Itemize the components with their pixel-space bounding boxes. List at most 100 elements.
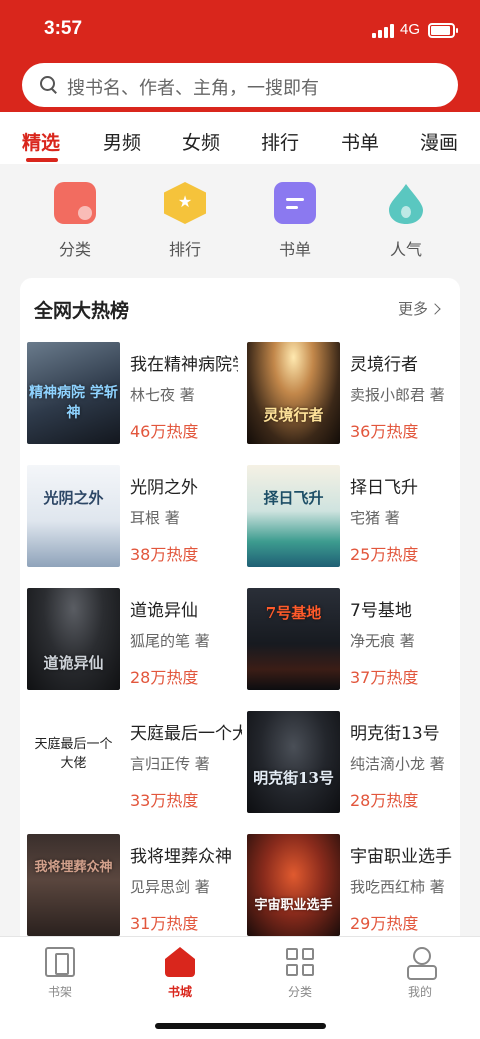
quick-popularity-label: 人气 [389,240,422,259]
book-title: 我将埋葬众神 [130,847,232,867]
quick-category[interactable]: 分类 [45,182,105,260]
network-type: 4G [400,21,421,38]
status-bar: 3:57 4G [0,0,480,58]
cover-title: 光阴之外 [43,489,104,507]
quick-popularity[interactable]: 人气 [376,182,436,260]
nav-category[interactable]: 分类 [270,947,330,1000]
search-placeholder: 搜书名、作者、主角，一搜即有 [67,78,319,99]
nav-bookstore-label: 书城 [167,985,192,999]
book-author: 耳根 著 [130,509,180,527]
book-heat: 38万热度 [130,545,199,564]
book-heat: 28万热度 [130,668,199,687]
book-cover: 灵境行者 [247,342,340,444]
cover-title: 我将埋葬众神 [34,860,113,875]
nav-profile[interactable]: 我的 [390,947,450,1000]
tab-comics[interactable]: 漫画 [420,128,458,155]
quick-entries: 分类 排行 书单 人气 [0,166,480,266]
book-item[interactable]: 明克街13号 明克街13号 纯洁滴小龙 著 28万热度 [247,711,467,815]
book-author: 狐尾的笔 著 [130,632,210,650]
cover-title: 宇宙职业选手 [254,898,333,913]
book-heat: 37万热度 [350,668,419,687]
cover-title: 7号基地 [265,604,322,622]
quick-booklist[interactable]: 书单 [265,182,325,260]
book-heat: 36万热度 [350,422,419,441]
book-heat: 33万热度 [130,791,199,810]
cover-title: 道诡异仙 [43,654,104,672]
search-bar[interactable]: 搜书名、作者、主角，一搜即有 [22,63,458,107]
book-author: 卖报小郎君 著 [350,386,445,404]
category-grid-icon [285,947,315,977]
book-heat: 46万热度 [130,422,199,441]
booklist-icon [274,182,316,224]
battery-icon [428,23,458,38]
book-cover: 我将埋葬众神 [27,834,120,936]
book-heat: 31万热度 [130,914,199,933]
book-author: 言归正传 著 [130,755,210,773]
book-item[interactable]: 天庭最后一个 大佬 天庭最后一个大佬 言归正传 著 33万热度 [27,711,247,815]
book-heat: 25万热度 [350,545,419,564]
tab-female[interactable]: 女频 [182,128,220,155]
book-cover: 道诡异仙 [27,588,120,690]
book-title: 宇宙职业选手 [350,847,452,867]
book-cover: 精神病院 学斩神 [27,342,120,444]
book-title: 择日飞升 [350,478,418,498]
book-item[interactable]: 择日飞升 择日飞升 宅猪 著 25万热度 [247,465,467,569]
nav-bookshelf-label: 书架 [47,985,72,999]
book-author: 见异思剑 著 [130,878,210,896]
quick-category-label: 分类 [58,240,91,259]
book-item[interactable]: 宇宙职业选手 宇宙职业选手 我吃西红柿 著 29万热度 [247,834,467,938]
chevron-right-icon [429,303,441,315]
more-link[interactable]: 更多 [398,298,441,319]
profile-icon [405,947,437,980]
signal-icon [372,24,394,38]
book-heat: 29万热度 [350,914,419,933]
nav-profile-label: 我的 [407,985,432,999]
bookstore-icon [165,947,195,977]
book-title: 天庭最后一个大佬 [130,724,242,744]
cover-title: 灵境行者 [263,406,324,424]
book-cover: 光阴之外 [27,465,120,567]
quick-ranking-label: 排行 [168,240,201,259]
tab-male[interactable]: 男频 [103,128,141,155]
status-time: 3:57 [44,18,83,39]
book-author: 林七夜 著 [130,386,195,404]
book-item[interactable]: 7号基地 7号基地 净无痕 著 37万热度 [247,588,467,692]
more-label: 更多 [398,300,429,318]
tab-ranking[interactable]: 排行 [261,128,299,155]
nav-bookstore[interactable]: 书城 [150,947,210,1000]
category-icon [54,182,96,224]
home-indicator [155,1023,326,1029]
book-item[interactable]: 道诡异仙 道诡异仙 狐尾的笔 著 28万热度 [27,588,247,692]
hotlist-card: 全网大热榜 更多 精神病院 学斩神 我在精神病院学斩神 林七夜 著 46万热度 … [20,278,460,958]
book-item[interactable]: 精神病院 学斩神 我在精神病院学斩神 林七夜 著 46万热度 [27,342,247,446]
popularity-flame-icon [385,182,427,224]
book-title: 灵境行者 [350,355,418,375]
cover-title: 择日飞升 [263,489,324,507]
search-icon [40,76,58,94]
book-title: 明克街13号 [350,724,440,744]
book-cover: 择日飞升 [247,465,340,567]
bookshelf-icon [45,947,75,977]
active-tab-indicator [26,158,58,162]
hotlist-title: 全网大热榜 [34,300,130,322]
quick-ranking[interactable]: 排行 [155,182,215,260]
book-cover: 明克街13号 [247,711,340,813]
nav-category-label: 分类 [287,985,312,999]
book-cover: 宇宙职业选手 [247,834,340,936]
tab-booklist[interactable]: 书单 [341,128,379,155]
book-cover: 天庭最后一个 大佬 [27,711,120,813]
book-title: 7号基地 [350,601,412,621]
nav-bookshelf[interactable]: 书架 [30,947,90,1000]
header: 3:57 4G 搜书名、作者、主角，一搜即有 [0,0,480,112]
category-tabs: 精选 男频 女频 排行 书单 漫画 [0,112,480,164]
book-author: 纯洁滴小龙 著 [350,755,445,773]
book-item[interactable]: 光阴之外 光阴之外 耳根 著 38万热度 [27,465,247,569]
ranking-medal-icon [164,182,206,224]
book-title: 我在精神病院学斩神 [130,355,238,375]
tab-featured[interactable]: 精选 [22,128,60,155]
book-item[interactable]: 我将埋葬众神 我将埋葬众神 见异思剑 著 31万热度 [27,834,247,938]
cover-title: 精神病院 学斩神 [29,385,118,421]
cover-title: 明克街13号 [253,769,334,787]
cover-title: 天庭最后一个 大佬 [34,737,113,771]
book-item[interactable]: 灵境行者 灵境行者 卖报小郎君 著 36万热度 [247,342,467,446]
